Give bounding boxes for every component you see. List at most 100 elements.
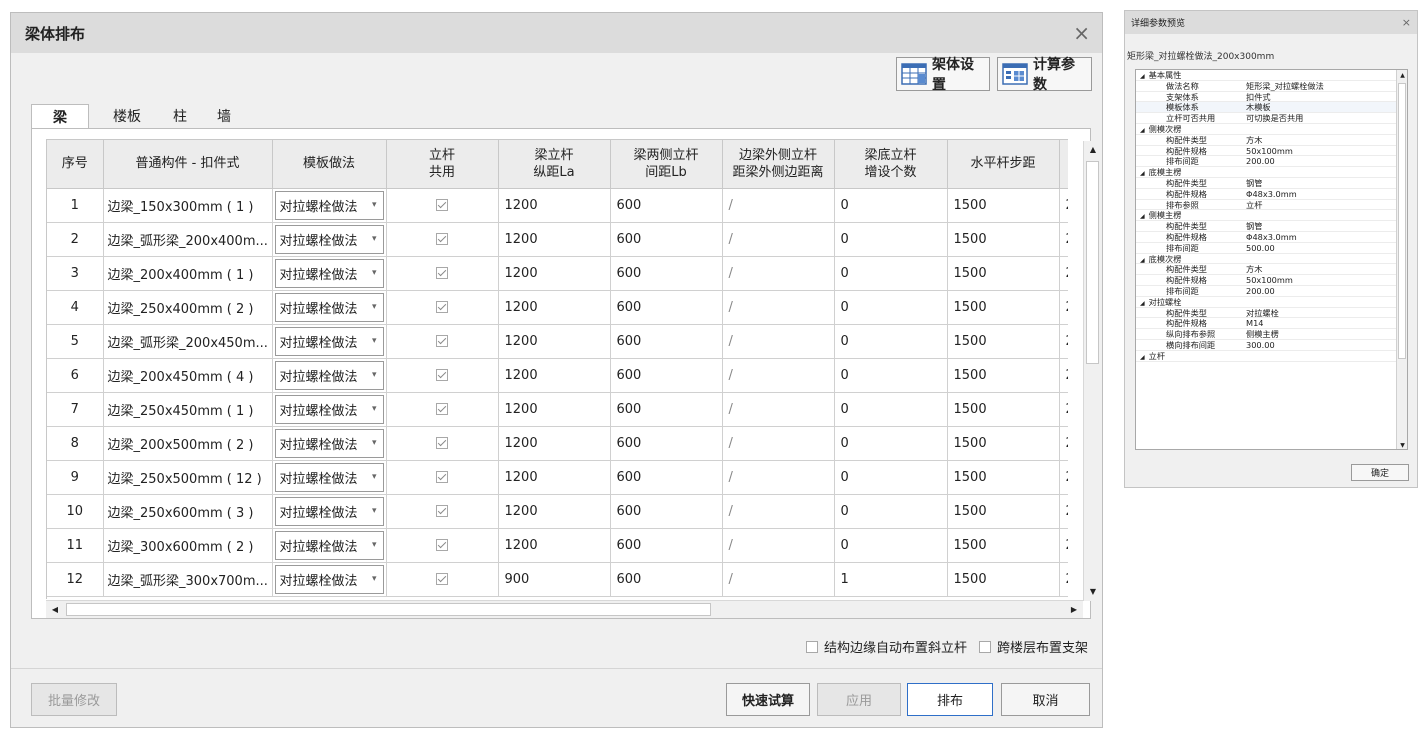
next-col-value[interactable]: 2 [1059,222,1068,257]
edge-distance-value[interactable]: / [722,358,835,393]
table-row[interactable]: 1边梁_150x300mm ( 1 ) 对拉螺栓做法 ▾ 1200600/015002 [47,188,1068,223]
method-dropdown[interactable]: 对拉螺栓做法 ▾ [274,326,384,356]
cancel-button[interactable]: 取消 [1001,683,1090,716]
lb-value[interactable]: 600 [610,222,723,257]
property-row[interactable]: 构配件类型 方木 [1136,135,1407,146]
la-value[interactable]: 1200 [498,392,611,427]
table-row[interactable]: 11 边梁_300x600mm ( 2 ) 对拉螺栓做法 ▾ 1200 600/0 1500… [47,528,1068,563]
la-value[interactable]: 1200 [498,222,611,257]
confirm-button[interactable]: 确定 [1351,464,1409,481]
table-row[interactable]: 4边梁_250x400mm ( 2 ) 对拉螺栓做法 ▾ 1200600/015002 [47,290,1068,325]
property-row[interactable]: 构配件类型 方木 [1136,264,1407,276]
scroll-down-icon[interactable]: ▼ [1084,583,1102,601]
extra-poles-value[interactable]: 0 [834,290,948,325]
auto-diagonal-option[interactable]: 结构边缘自动布置斜立杆 [805,637,967,656]
table-row[interactable]: 9 边梁_250x500mm ( 12 ) 对拉螺栓做法 ▾ 1200 600/0 1500… [47,460,1068,495]
cross-floor-option[interactable]: 跨楼层布置支架 [978,637,1088,656]
lb-value[interactable]: 600 [610,392,723,427]
extra-poles-value[interactable]: 0 [834,222,948,257]
property-row[interactable]: 支架体系 扣件式 [1136,92,1407,103]
next-col-value[interactable]: 2 [1059,324,1068,359]
edge-distance-value[interactable]: / [722,290,835,325]
shared-pole-checkbox[interactable] [436,471,448,483]
table-row[interactable]: 7边梁_250x450mm ( 1 ) 对拉螺栓做法 ▾ 1200600/015002 [47,392,1068,427]
edge-distance-value[interactable]: / [722,188,835,223]
lb-value[interactable]: 600 [610,256,723,291]
edge-distance-value[interactable]: / [722,426,835,461]
extra-poles-value[interactable]: 0 [834,256,948,291]
property-scrollbar[interactable]: ▲ ▼ [1396,70,1407,449]
next-col-value[interactable]: 2 [1059,426,1068,461]
la-value[interactable]: 1200 [498,290,611,325]
la-value[interactable]: 900 [498,562,611,597]
extra-poles-value[interactable]: 0 [834,324,948,359]
extra-poles-value[interactable]: 1 [834,562,948,597]
vertical-scroll-thumb[interactable] [1086,161,1099,364]
property-row[interactable]: 构配件规格 50x100mm [1136,275,1407,286]
step-value[interactable]: 1500 [947,324,1060,359]
lb-value[interactable]: 600 [610,494,723,529]
table-row[interactable]: 10 边梁_250x600mm ( 3 ) 对拉螺栓做法 ▾ 1200 600/0 1500… [47,494,1068,529]
property-row[interactable]: 做法名称 矩形梁_对拉螺栓做法 [1136,81,1407,92]
method-dropdown[interactable]: 对拉螺栓做法 ▾ [274,258,384,288]
next-col-value[interactable]: 2 [1059,188,1068,223]
arrange-button[interactable]: 排布 [907,683,993,716]
extra-poles-value[interactable]: 0 [834,494,948,529]
property-row[interactable]: 构配件规格 Φ48x3.0mm [1136,189,1407,200]
tab-wall[interactable]: 墙 [207,104,241,128]
next-col-value[interactable]: 2 [1059,256,1068,291]
edge-distance-value[interactable]: / [722,324,835,359]
shared-pole-checkbox[interactable] [436,539,448,551]
shared-pole-checkbox[interactable] [436,403,448,415]
step-value[interactable]: 1500 [947,460,1060,495]
step-value[interactable]: 1500 [947,528,1060,563]
shared-pole-checkbox[interactable] [436,301,448,313]
apply-button[interactable]: 应用 [817,683,901,716]
next-col-value[interactable]: 2 [1059,290,1068,325]
edge-distance-value[interactable]: / [722,494,835,529]
scroll-right-icon[interactable]: ▶ [1065,601,1083,618]
property-group[interactable]: ◢ 基本属性 [1136,70,1407,81]
property-row[interactable]: 排布间距 200.00 [1136,156,1407,168]
property-row[interactable]: 构配件规格 M14 [1136,318,1407,330]
lb-value[interactable]: 600 [610,426,723,461]
shared-pole-checkbox[interactable] [436,199,448,211]
shared-pole-checkbox[interactable] [436,369,448,381]
close-icon[interactable]: × [1073,23,1090,43]
scroll-up-icon[interactable]: ▲ [1084,141,1102,159]
step-value[interactable]: 1500 [947,426,1060,461]
la-value[interactable]: 1200 [498,460,611,495]
collapse-triangle-icon[interactable]: ◢ [1140,257,1145,264]
method-dropdown[interactable]: 对拉螺栓做法 ▾ [274,496,384,526]
auto-diagonal-checkbox[interactable] [805,640,818,653]
property-row[interactable]: 立杆可否共用 可切换是否共用 [1136,113,1407,124]
method-dropdown[interactable]: 对拉螺栓做法 ▾ [274,530,384,560]
shared-pole-checkbox[interactable] [436,437,448,449]
collapse-triangle-icon[interactable]: ◢ [1140,127,1145,134]
lb-value[interactable]: 600 [610,290,723,325]
property-row[interactable]: 构配件类型 钢管 [1136,221,1407,232]
table-row[interactable]: 5边梁_弧形梁_200x450m... 对拉螺栓做法 ▾ 1200600/015002 [47,324,1068,359]
table-row[interactable]: 2边梁_弧形梁_200x400m...对拉螺栓做法▾1200600/015002 [47,222,1068,257]
method-dropdown[interactable]: 对拉螺栓做法 ▾ [274,224,384,254]
extra-poles-value[interactable]: 0 [834,358,948,393]
property-group[interactable]: ◢ 侧模主楞 [1136,210,1407,222]
lb-value[interactable]: 600 [610,528,723,563]
tab-column[interactable]: 柱 [163,104,197,128]
next-col-value[interactable]: 2 [1059,358,1068,393]
step-value[interactable]: 1500 [947,392,1060,427]
shared-pole-checkbox[interactable] [436,335,448,347]
table-row[interactable]: 8边梁_200x500mm ( 2 ) 对拉螺栓做法 ▾ 1200600/015002 [47,426,1068,461]
property-row[interactable]: 构配件类型 对拉螺栓 [1136,308,1407,319]
edge-distance-value[interactable]: / [722,528,835,563]
table-row[interactable]: 6边梁_200x450mm ( 4 ) 对拉螺栓做法 ▾ 1200600/015002 [47,358,1068,393]
extra-poles-value[interactable]: 0 [834,460,948,495]
calc-params-button[interactable]: 计算参数 [997,57,1092,93]
property-row[interactable]: 构配件类型 钢管 [1136,178,1407,189]
lb-value[interactable]: 600 [610,188,723,223]
property-row[interactable]: 排布间距 200.00 [1136,286,1407,297]
method-dropdown[interactable]: 对拉螺栓做法 ▾ [274,190,384,220]
cross-floor-checkbox[interactable] [978,640,991,653]
next-col-value[interactable]: 2 [1059,562,1068,597]
edge-distance-value[interactable]: / [722,222,835,257]
